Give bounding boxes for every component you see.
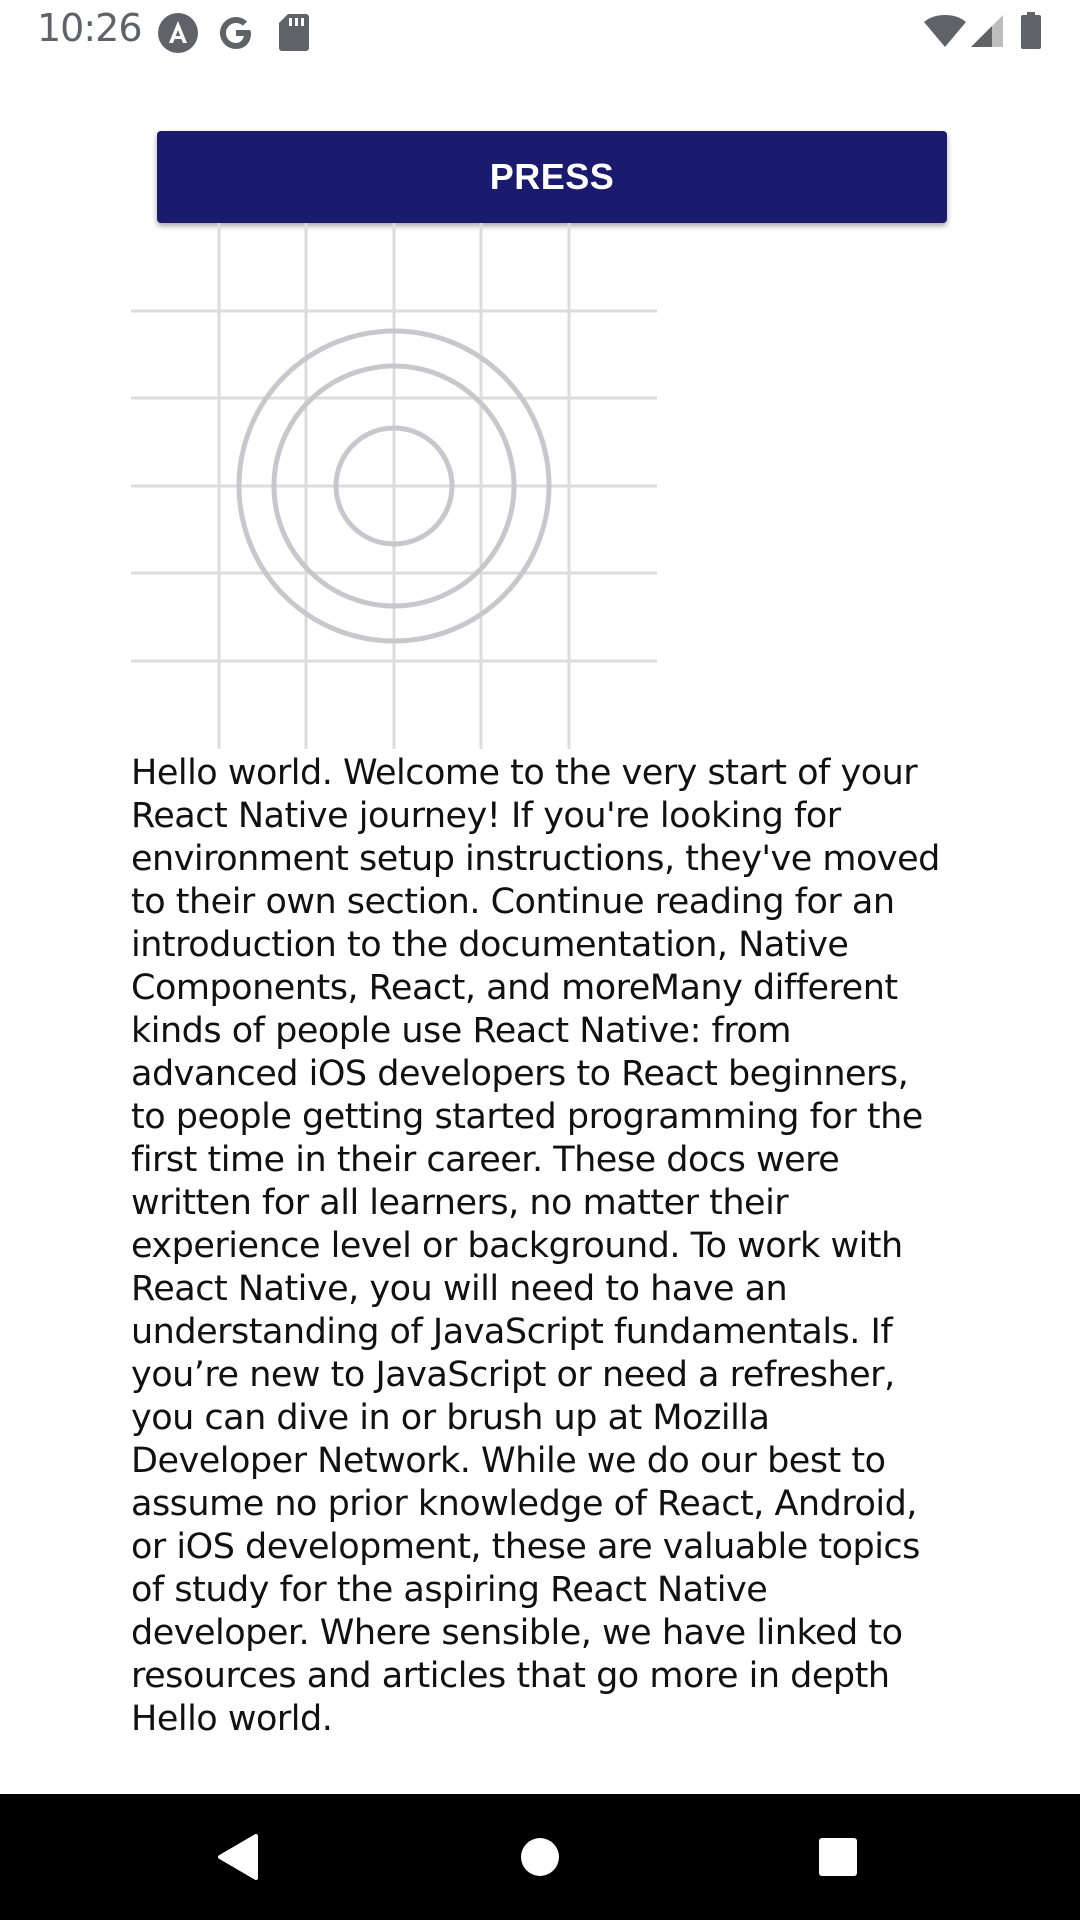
battery-icon (1020, 12, 1042, 55)
recents-button[interactable] (768, 1794, 908, 1920)
press-button[interactable]: PRESS (157, 131, 947, 223)
wifi-icon (923, 14, 967, 53)
sd-card-icon (278, 12, 310, 57)
back-button[interactable] (168, 1794, 308, 1920)
recents-icon (819, 1838, 857, 1876)
react-grid-logo-icon (131, 223, 657, 749)
navigation-bar (0, 1794, 1080, 1920)
react-logo-image (131, 223, 657, 749)
intro-paragraph: Hello world. Welcome to the very start o… (131, 753, 940, 1739)
cell-signal-icon (970, 14, 1004, 53)
home-icon (521, 1838, 559, 1876)
google-icon (216, 12, 256, 59)
status-time: 10:26 (37, 6, 143, 50)
back-icon (218, 1834, 258, 1880)
android-studio-icon (157, 12, 199, 59)
app-screen: 10:26 PRESS Hello world. Welcome to the … (0, 0, 1080, 1920)
status-bar: 10:26 (0, 0, 1080, 63)
home-button[interactable] (470, 1794, 610, 1920)
